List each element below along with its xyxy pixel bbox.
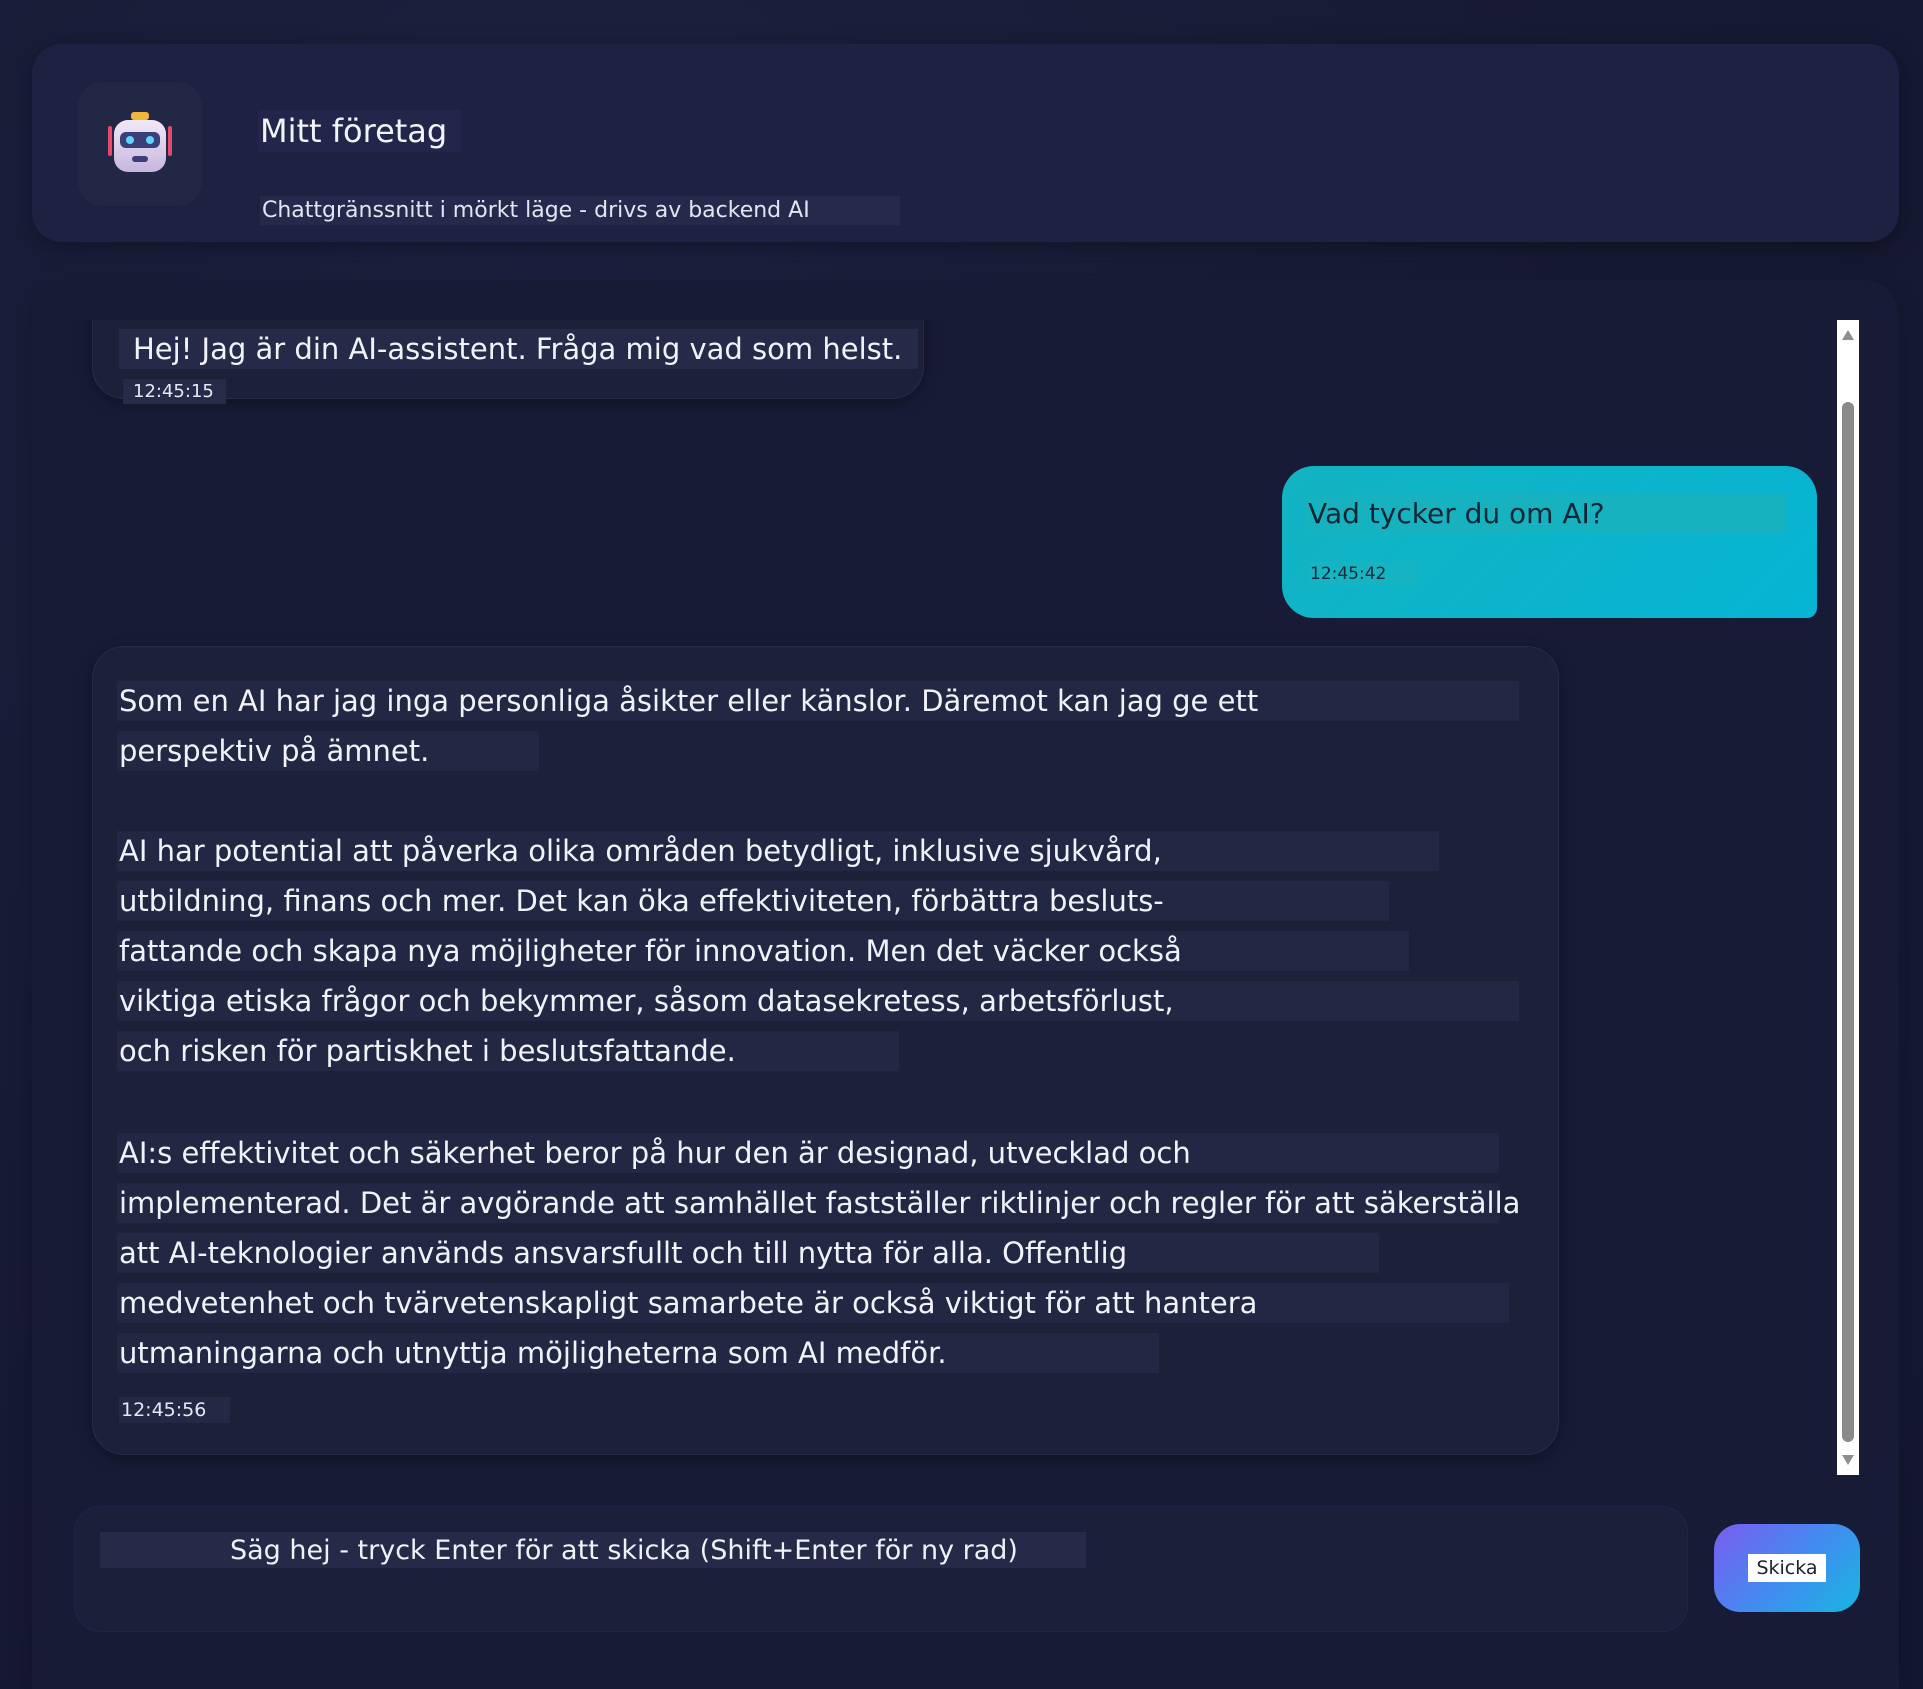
message-line: att AI-teknologier används ansvarsfullt … [117,1233,1379,1273]
message-timestamp: 12:45:56 [119,1397,231,1423]
message-timestamp: 12:45:15 [123,379,226,404]
message-line: AI:s effektivitet och säkerhet beror på … [117,1133,1499,1173]
chat-app: Mitt företag Chattgränssnitt i mörkt läg… [0,0,1923,1689]
message-line: utmaningarna och utnyttja möjligheterna … [117,1333,1159,1373]
avatar [78,82,202,206]
message-timestamp: 12:45:42 [1308,562,1417,586]
message-text: Vad tycker du om AI? [1306,494,1785,534]
message-line: och risken för partiskhet i beslutsfatta… [117,1031,899,1071]
message-list[interactable]: Hej! Jag är din AI-assistent. Fråga mig … [32,320,1842,1475]
scroll-down-arrow-icon[interactable] [1842,1455,1854,1465]
composer [74,1506,1688,1632]
assistant-message: Som en AI har jag inga personliga åsikte… [92,646,1559,1455]
message-input[interactable] [100,1532,1086,1568]
send-button[interactable]: Skicka [1714,1524,1860,1612]
message-line: implementerad. Det är avgörande att samh… [117,1183,1520,1223]
message-line: perspektiv på ämnet. [117,731,539,771]
scrollbar-thumb[interactable] [1842,402,1854,1442]
message-paragraph: AI:s effektivitet och säkerhet beror på … [117,1133,1520,1383]
page-subtitle: Chattgränssnitt i mörkt läge - drivs av … [260,196,900,225]
robot-icon [108,112,172,176]
send-button-label: Skicka [1748,1554,1826,1582]
chat-scrollbar[interactable] [1837,320,1859,1475]
message-line: utbildning, finans och mer. Det kan öka … [117,881,1389,921]
assistant-message: Hej! Jag är din AI-assistent. Fråga mig … [92,320,924,404]
chat-panel: Hej! Jag är din AI-assistent. Fråga mig … [32,280,1899,1689]
scroll-up-arrow-icon[interactable] [1842,330,1854,340]
page-title: Mitt företag [258,110,462,152]
message-line: Som en AI har jag inga personliga åsikte… [117,681,1519,721]
message-line: fattande och skapa nya möjligheter för i… [117,931,1409,971]
message-text: Hej! Jag är din AI-assistent. Fråga mig … [119,329,919,369]
user-message: Vad tycker du om AI? 12:45:42 [1282,466,1817,618]
message-line: medvetenhet och tvärvetenskapligt samarb… [117,1283,1509,1323]
app-header: Mitt företag Chattgränssnitt i mörkt läg… [32,44,1899,242]
message-paragraph: Som en AI har jag inga personliga åsikte… [117,681,1519,781]
message-paragraph: AI har potential att påverka olika områd… [117,831,1519,1081]
message-line: AI har potential att påverka olika områd… [117,831,1439,871]
message-line: viktiga etiska frågor och bekymmer, såso… [117,981,1519,1021]
